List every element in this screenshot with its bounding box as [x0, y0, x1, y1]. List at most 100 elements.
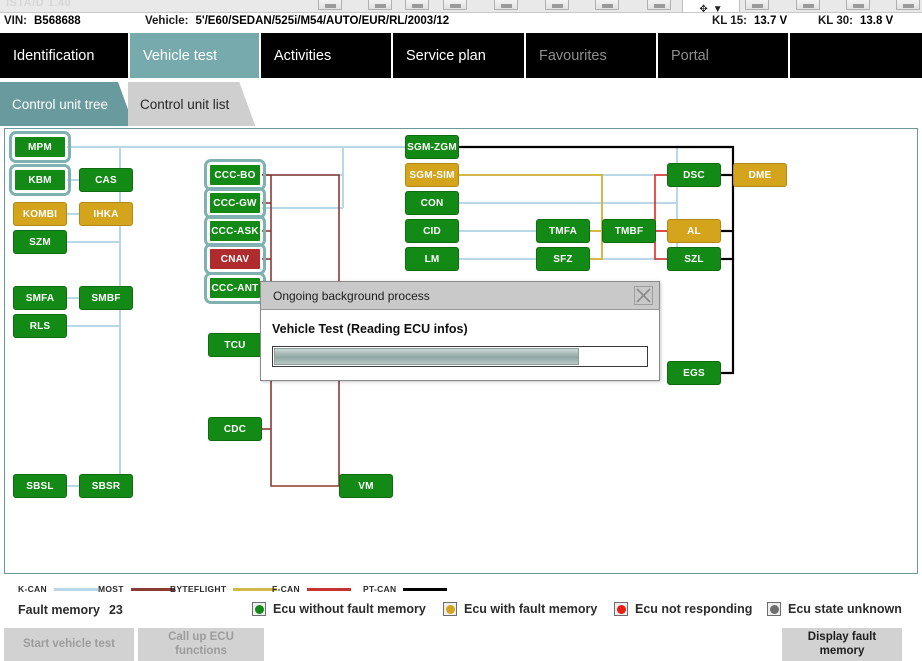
- toolbar-button[interactable]: [745, 0, 769, 10]
- ecu-node-mpm[interactable]: MPM: [9, 131, 71, 163]
- tab-favourites[interactable]: Favourites: [526, 33, 656, 78]
- state-dot: [769, 604, 779, 614]
- toolbar-button[interactable]: [405, 0, 429, 10]
- toolbar-button[interactable]: [318, 0, 342, 10]
- toolbar-button[interactable]: [647, 0, 671, 10]
- ecu-node-label: CCC-ASK: [211, 225, 259, 237]
- ecu-node-szm[interactable]: SZM: [13, 230, 67, 254]
- ecu-node-cid[interactable]: CID: [405, 219, 459, 243]
- toolbar-button[interactable]: [846, 0, 870, 10]
- sub-tab-bar: Control unit tree Control unit list: [0, 82, 922, 128]
- ecu-node-label: SZM: [29, 236, 51, 248]
- ecu-node-label: AL: [687, 225, 701, 237]
- ecu-node-kombi[interactable]: KOMBI: [13, 202, 67, 226]
- state-legend-label: Ecu without fault memory: [273, 602, 426, 616]
- ecu-node-kbm[interactable]: KBM: [9, 164, 71, 196]
- tab-identification[interactable]: Identification: [0, 33, 128, 78]
- ecu-node-ccc-ant[interactable]: CCC-ANT: [204, 272, 266, 304]
- tab-activities[interactable]: Activities: [261, 33, 391, 78]
- ecu-node-cas[interactable]: CAS: [79, 168, 133, 192]
- state-legend-label: Ecu not responding: [635, 602, 753, 616]
- ecu-node-con[interactable]: CON: [405, 191, 459, 215]
- ecu-node-label: RLS: [29, 320, 51, 332]
- vehicle-info-bar: VIN: B568688 Vehicle: 5'/E60/SEDAN/525i/M5…: [0, 13, 922, 32]
- ecu-node-cnav[interactable]: CNAV: [204, 243, 266, 275]
- action-button-bar: Start vehicle test Call up ECU functions D…: [0, 628, 922, 661]
- ecu-node-lm[interactable]: LM: [405, 247, 459, 271]
- ecu-node-ccc-bo[interactable]: CCC-BO: [204, 159, 266, 191]
- ecu-node-sbsl[interactable]: SBSL: [13, 474, 67, 498]
- ecu-node-dme[interactable]: DME: [733, 163, 787, 187]
- dialog-body: Vehicle Test (Reading ECU infos): [261, 310, 659, 367]
- bus-legend-line-swatch: [233, 587, 278, 591]
- ecu-node-label: SGM-ZGM: [407, 141, 457, 153]
- state-legend-label: Ecu state unknown: [788, 602, 902, 616]
- ecu-node-tmbf[interactable]: TMBF: [602, 219, 656, 243]
- state-dot: [616, 604, 626, 614]
- kl30-label: KL 30:: [818, 15, 853, 27]
- bus-legend-label: K-CAN: [18, 584, 47, 594]
- subtab-control-unit-list[interactable]: Control unit list: [128, 82, 255, 126]
- progress-bar: [272, 346, 648, 367]
- ecu-node-sgm-zgm[interactable]: SGM-ZGM: [405, 135, 459, 159]
- tab-vehicle-test[interactable]: Vehicle test: [130, 33, 259, 78]
- tab-portal[interactable]: Portal: [658, 33, 788, 78]
- state-swatch-icon: [443, 602, 457, 616]
- toolbar-button[interactable]: [896, 0, 920, 10]
- ecu-node-al[interactable]: AL: [667, 219, 721, 243]
- toolbar-button[interactable]: [595, 0, 619, 10]
- ecu-node-dsc[interactable]: DSC: [667, 163, 721, 187]
- ecu-node-label: CCC-ANT: [211, 282, 259, 294]
- ecu-node-sgm-sim[interactable]: SGM-SIM: [405, 163, 459, 187]
- kl30-value: 13.8 V: [859, 15, 894, 27]
- background-process-dialog: Ongoing background process Vehicle Test …: [260, 281, 660, 381]
- ecu-node-smfa[interactable]: SMFA: [13, 286, 67, 310]
- ecu-node-ccc-ask[interactable]: CCC-ASK: [204, 215, 266, 247]
- tab-service-plan[interactable]: Service plan: [393, 33, 524, 78]
- ecu-node-egs[interactable]: EGS: [667, 361, 721, 385]
- ecu-node-label: SMBF: [91, 292, 121, 304]
- ecu-node-vm[interactable]: VM: [339, 474, 393, 498]
- ecu-node-ihka[interactable]: IHKA: [79, 202, 133, 226]
- kl15-label: KL 15:: [712, 15, 747, 27]
- toolbar-expand-popup[interactable]: ✥ ▼: [682, 0, 740, 13]
- subtab-control-unit-tree[interactable]: Control unit tree: [0, 82, 134, 126]
- expand-arrows-icon: ✥: [699, 3, 708, 13]
- ecu-node-label: CON: [420, 197, 444, 209]
- chevron-down-icon[interactable]: ▼: [713, 4, 723, 12]
- close-icon[interactable]: [634, 286, 653, 305]
- ecu-node-label: DME: [748, 169, 772, 181]
- bus-legend-pt-can: PT-CAN: [363, 584, 448, 594]
- ecu-node-sbsr[interactable]: SBSR: [79, 474, 133, 498]
- ecu-node-smbf[interactable]: SMBF: [79, 286, 133, 310]
- ecu-node-label: SGM-SIM: [409, 169, 455, 181]
- bus-legend-label: BYTEFLIGHT: [170, 584, 227, 594]
- toolbar-button[interactable]: [796, 0, 820, 10]
- ecu-node-ccc-gw[interactable]: CCC-GW: [204, 187, 266, 219]
- ecu-node-szl[interactable]: SZL: [667, 247, 721, 271]
- state-legend-items: Ecu without fault memory Ecu with fault m…: [0, 602, 922, 624]
- ecu-node-cdc[interactable]: CDC: [208, 417, 262, 441]
- vin-value: B568688: [34, 15, 81, 27]
- control-unit-tree-panel: MPM KBM KOMBI SZM SMFA RLS SBSL CAS IHKA SMBF SBSR…: [4, 128, 918, 574]
- toolbar-button[interactable]: [545, 0, 569, 10]
- state-legend-ecu-not-responding: Ecu not responding: [614, 602, 752, 616]
- ecu-node-label: TMBF: [614, 225, 644, 237]
- button-label: Call up ECU functions: [168, 631, 234, 657]
- ecu-node-rls[interactable]: RLS: [13, 314, 67, 338]
- button-call-up-ecu-functions: Call up ECU functions: [138, 628, 264, 661]
- toolbar-button[interactable]: [368, 0, 392, 10]
- ecu-node-sfz[interactable]: SFZ: [536, 247, 590, 271]
- toolbar-button[interactable]: [494, 0, 518, 10]
- button-display-fault-memory[interactable]: Display fault memory: [782, 628, 902, 661]
- ecu-node-tcu[interactable]: TCU: [208, 333, 262, 357]
- bus-legend-line-swatch: [403, 587, 448, 591]
- ecu-node-label: SZL: [684, 253, 704, 265]
- toolbar-button[interactable]: [443, 0, 467, 10]
- ecu-state-legend: Fault memory 23 Ecu without fault memory E…: [0, 602, 922, 624]
- state-legend-ecu-without-fault-memory: Ecu without fault memory: [252, 602, 426, 616]
- bus-legend-line-swatch: [130, 587, 175, 591]
- ecu-node-label: MPM: [28, 141, 52, 153]
- ecu-node-tmfa[interactable]: TMFA: [536, 219, 590, 243]
- button-start-vehicle-test: Start vehicle test: [4, 628, 134, 661]
